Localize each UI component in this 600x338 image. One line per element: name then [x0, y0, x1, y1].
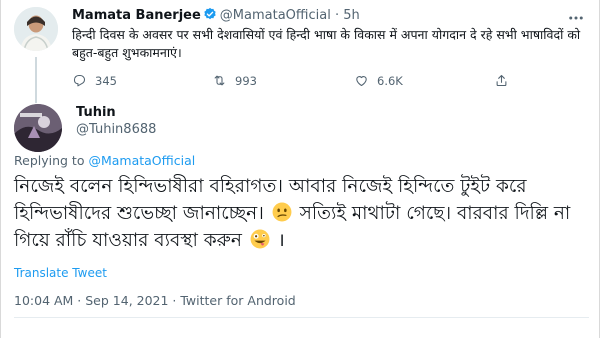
- tweet-text-part3: ।: [277, 230, 285, 251]
- avatar[interactable]: [14, 7, 58, 51]
- tweet-actions: 345 993 6.6K: [72, 73, 592, 91]
- author-handle[interactable]: @Tuhin8688: [76, 121, 156, 139]
- author-name[interactable]: Tuhin: [76, 104, 116, 122]
- reply-button[interactable]: 345: [72, 73, 117, 88]
- thread-line: [35, 57, 37, 103]
- reply-tweet[interactable]: Tuhin @Tuhin8688 Replying to @MamataOffi…: [14, 98, 589, 338]
- tweet-time[interactable]: 5h: [343, 8, 360, 23]
- like-count: 6.6K: [377, 73, 403, 88]
- divider: [14, 317, 589, 318]
- tweet-text: নিজেই বলেন হিন্দিভাষীরা বহিরাগত। আবার নি…: [14, 173, 584, 254]
- retweet-button[interactable]: 993: [212, 73, 257, 88]
- verified-icon: [204, 7, 216, 20]
- parent-tweet-body: Mamata Banerjee @MamataOfficial · 5h हिन्…: [72, 7, 589, 62]
- replying-to: Replying to @MamataOfficial: [14, 152, 195, 170]
- more-icon[interactable]: [567, 9, 585, 27]
- reply-icon: [73, 74, 86, 87]
- confused-emoji-icon: [272, 202, 292, 222]
- replying-to-mention[interactable]: @MamataOfficial: [88, 153, 195, 168]
- author-handle[interactable]: @MamataOfficial: [220, 8, 331, 23]
- translate-tweet-link[interactable]: Translate Tweet: [14, 265, 107, 281]
- like-icon: [356, 76, 367, 87]
- tweet-timestamp-source[interactable]: 10:04 AM · Sep 14, 2021 · Twitter for An…: [14, 292, 296, 310]
- author-name[interactable]: Mamata Banerjee: [72, 8, 201, 23]
- like-button[interactable]: 6.6K: [354, 73, 403, 88]
- zany-emoji-icon: [250, 229, 270, 249]
- avatar[interactable]: [14, 104, 62, 152]
- reply-count: 345: [95, 73, 117, 88]
- share-icon: [496, 74, 507, 87]
- retweet-count: 993: [235, 73, 257, 88]
- replying-to-label: Replying to: [14, 153, 85, 168]
- parent-tweet[interactable]: Mamata Banerjee @MamataOfficial · 5h हिन्…: [14, 7, 592, 103]
- tweet-text: हिन्दी दिवस के अवसर पर सभी देशवासियों एव…: [72, 27, 581, 60]
- avatar-artwork-icon: [14, 104, 62, 152]
- retweet-icon: [214, 75, 225, 86]
- share-button[interactable]: [494, 73, 509, 88]
- separator-dot: ·: [334, 8, 340, 23]
- parent-tweet-header: Mamata Banerjee @MamataOfficial · 5h: [72, 7, 589, 25]
- avatar-photo-icon: [14, 7, 58, 51]
